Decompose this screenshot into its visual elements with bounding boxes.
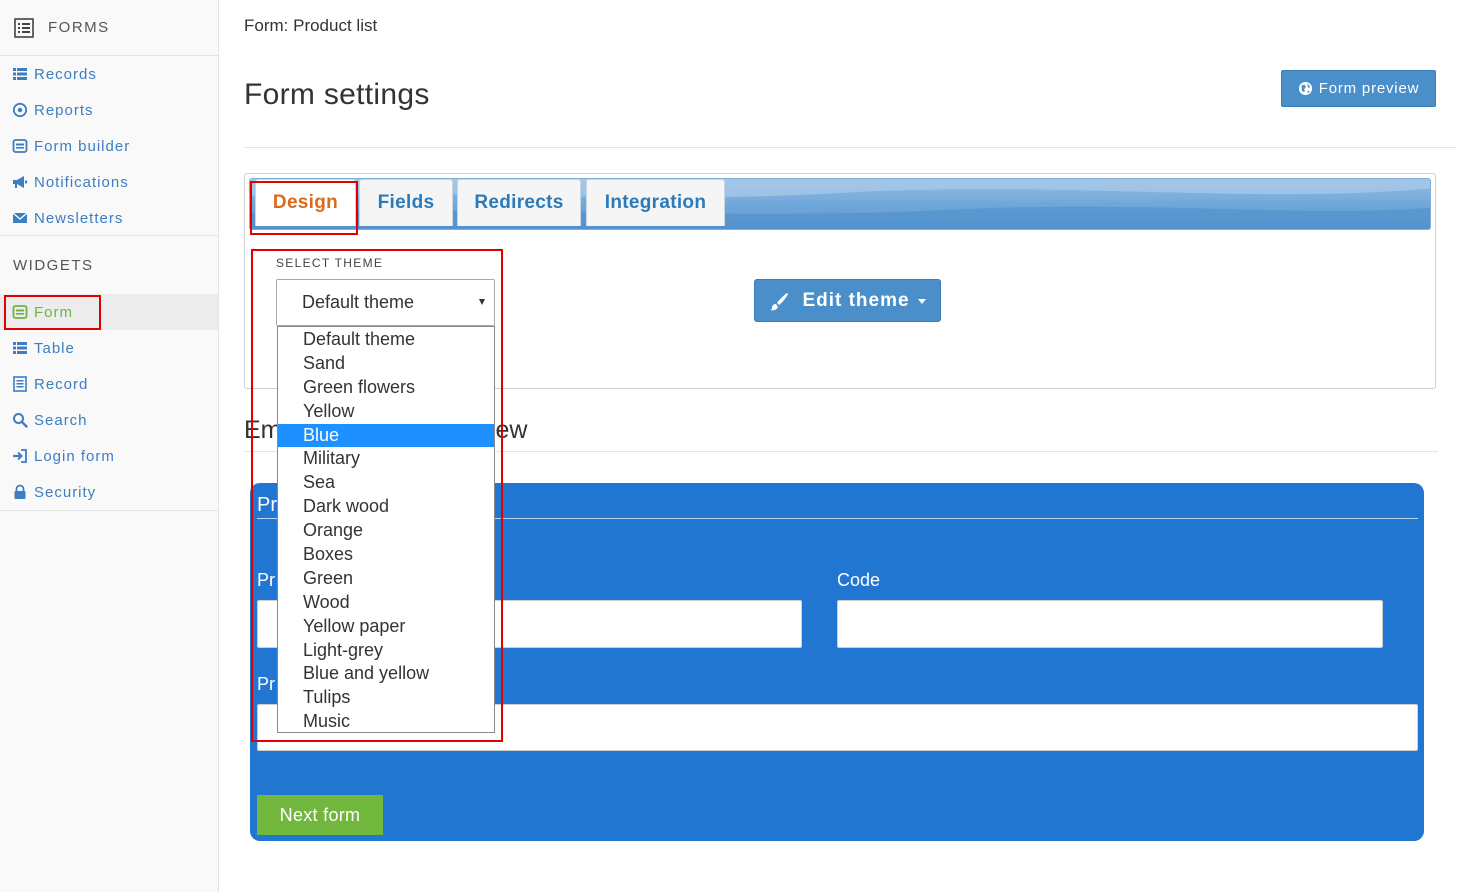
caret-down-icon — [917, 299, 926, 304]
sidebar: FORMS Records Reports Form builder Notif… — [0, 0, 219, 892]
theme-option-sand[interactable]: Sand — [278, 352, 494, 376]
theme-option-wood[interactable]: Wood — [278, 591, 494, 615]
envelope-icon — [12, 212, 28, 223]
tab-design[interactable]: Design — [255, 179, 356, 226]
theme-option-dark-wood[interactable]: Dark wood — [278, 495, 494, 519]
breadcrumb: Form: Product list — [244, 16, 378, 35]
sidebar-title: FORMS — [48, 19, 110, 36]
preview-field-label: Pr — [257, 674, 275, 694]
tab-redirects[interactable]: Redirects — [457, 179, 581, 226]
list-icon — [13, 342, 27, 354]
theme-option-default[interactable]: Default theme — [278, 328, 494, 352]
theme-option-orange[interactable]: Orange — [278, 519, 494, 543]
tab-label: Integration — [604, 192, 707, 213]
theme-option-green-flowers[interactable]: Green flowers — [278, 376, 494, 400]
edit-theme-label: Edit theme — [802, 289, 910, 311]
sidebar-item-record[interactable]: Record — [0, 366, 218, 402]
sidebar-item-notifications[interactable]: Notifications — [0, 164, 218, 200]
document-icon — [13, 376, 27, 392]
embed-title-right: ew — [495, 416, 528, 444]
sidebar-item-label: Form builder — [34, 137, 131, 155]
sidebar-item-label: Table — [34, 339, 75, 357]
theme-option-yellow[interactable]: Yellow — [278, 400, 494, 424]
sidebar-item-table[interactable]: Table — [0, 330, 218, 366]
theme-option-green[interactable]: Green — [278, 567, 494, 591]
theme-option-blue-and-yellow[interactable]: Blue and yellow — [278, 662, 494, 686]
sidebar-item-label: Notifications — [34, 173, 129, 191]
bullhorn-icon — [13, 176, 27, 188]
form-preview-label: Form preview — [1318, 80, 1420, 97]
sidebar-item-newsletters[interactable]: Newsletters — [0, 200, 218, 236]
sidebar-header: FORMS — [0, 0, 218, 56]
theme-option-tulips[interactable]: Tulips — [278, 686, 494, 710]
page-title: Form settings — [244, 78, 430, 111]
globe-icon — [1298, 81, 1312, 96]
theme-option-music[interactable]: Music — [278, 710, 494, 734]
select-theme-label: SELECT THEME — [276, 256, 384, 270]
sidebar-item-records[interactable]: Records — [0, 56, 218, 92]
list-icon — [13, 68, 27, 80]
sidebar-item-label: Newsletters — [34, 209, 124, 227]
sidebar-item-label: Records — [34, 65, 97, 83]
theme-option-boxes[interactable]: Boxes — [278, 543, 494, 567]
theme-select[interactable]: Default theme — [276, 279, 495, 326]
sidebar-item-search[interactable]: Search — [0, 402, 218, 438]
theme-option-sea[interactable]: Sea — [278, 471, 494, 495]
sign-in-icon — [13, 449, 27, 463]
preview-form-title: Pr — [257, 494, 277, 516]
sidebar-item-label: Search — [34, 411, 88, 429]
header-divider — [244, 147, 1456, 148]
sidebar-item-label: Security — [34, 483, 97, 501]
search-icon — [13, 413, 28, 428]
sidebar-item-label: Form — [34, 303, 73, 321]
theme-option-blue[interactable]: Blue — [278, 423, 494, 448]
widgets-title: WIDGETS — [13, 256, 94, 274]
sidebar-item-login-form[interactable]: Login form — [0, 438, 218, 474]
form-icon — [12, 305, 28, 319]
preview-field-label: Pr — [257, 570, 275, 590]
next-form-button[interactable]: Next form — [257, 795, 383, 835]
sidebar-item-form[interactable]: Form — [0, 294, 218, 330]
sidebar-widgets-menu: Form Table Record Search Login form Secu… — [0, 294, 218, 511]
sidebar-item-label: Record — [34, 375, 89, 393]
sidebar-item-security[interactable]: Security — [0, 474, 218, 510]
form-icon — [12, 139, 28, 153]
sidebar-item-reports[interactable]: Reports — [0, 92, 218, 128]
target-icon — [12, 102, 28, 118]
theme-select-value: Default theme — [302, 292, 415, 312]
dropdown-arrow-icon — [479, 299, 485, 305]
preview-code-input[interactable] — [837, 600, 1383, 648]
form-preview-button[interactable]: Form preview — [1281, 70, 1436, 107]
edit-theme-button[interactable]: Edit theme — [754, 279, 941, 322]
theme-dropdown-list: Default theme Sand Green flowers Yellow … — [277, 326, 495, 733]
tab-label: Fields — [377, 192, 435, 213]
theme-option-military[interactable]: Military — [278, 447, 494, 471]
sidebar-item-form-builder[interactable]: Form builder — [0, 128, 218, 164]
tab-fields[interactable]: Fields — [359, 179, 453, 226]
sidebar-item-label: Reports — [34, 101, 94, 119]
tab-integration[interactable]: Integration — [586, 179, 725, 226]
sidebar-item-label: Login form — [34, 447, 115, 465]
preview-code-label: Code — [837, 570, 881, 590]
tab-label: Design — [272, 192, 339, 213]
paintbrush-icon — [770, 292, 789, 310]
theme-option-light-grey[interactable]: Light-grey — [278, 639, 494, 663]
theme-option-yellow-paper[interactable]: Yellow paper — [278, 615, 494, 639]
sidebar-forms-menu: Records Reports Form builder Notificatio… — [0, 56, 218, 236]
embed-title-left: Em — [244, 416, 282, 444]
lock-icon — [14, 484, 26, 499]
tab-label: Redirects — [474, 192, 564, 213]
forms-list-icon — [14, 17, 34, 38]
